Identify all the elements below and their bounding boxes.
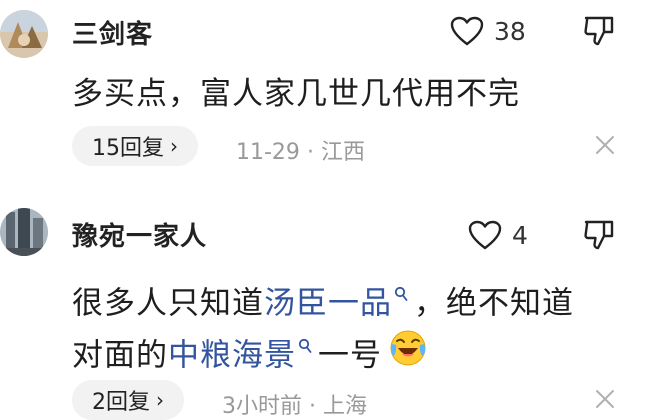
comment-item: 三剑客 38 多买点，富人家几世几代用不完 15回复 › 11-29 · 江西 [0, 0, 650, 190]
dislike-button[interactable] [582, 14, 616, 52]
thumbs-down-icon [584, 16, 614, 46]
username[interactable]: 豫宛一家人 [72, 216, 207, 253]
comment-location: 江西 [320, 140, 365, 165]
like-button[interactable]: 4 [468, 220, 528, 250]
search-icon [394, 264, 408, 320]
reply-count-button[interactable]: 2回复 › [72, 380, 184, 420]
reply-count-label: 2回复 [92, 390, 150, 415]
comment-text-line-2: 对面的中粮海景 一号 [72, 316, 428, 386]
search-icon [298, 316, 312, 372]
comment-item: 豫宛一家人 4 很多人只知道汤臣一品 ，绝不知道 对面的中粮海景 一号 2回复 › … [0, 196, 650, 420]
topic-link[interactable]: 中粮海景 [168, 337, 296, 373]
text-segment: 对面的 [72, 337, 168, 374]
chevron-right-icon: › [156, 388, 164, 412]
text-segment: ，绝不知道 [414, 285, 574, 322]
close-icon[interactable] [594, 388, 616, 414]
heart-outline-icon [450, 16, 484, 46]
like-count: 38 [494, 16, 526, 46]
comment-meta: 11-29 · 江西 [236, 134, 365, 166]
heart-outline-icon [468, 220, 502, 250]
avatar[interactable] [0, 208, 48, 256]
dislike-button[interactable] [582, 218, 616, 256]
reply-count-button[interactable]: 15回复 › [72, 126, 198, 166]
laughing-crying-emoji [388, 328, 428, 386]
reply-count-label: 15回复 [92, 136, 164, 161]
username[interactable]: 三剑客 [72, 14, 153, 51]
avatar[interactable] [0, 10, 48, 58]
avatar-image [0, 208, 48, 256]
meta-separator: · [306, 140, 314, 165]
chevron-right-icon: › [170, 134, 178, 158]
thumbs-down-icon [584, 220, 614, 250]
like-count: 4 [512, 220, 528, 250]
comment-time: 11-29 [236, 140, 300, 165]
comment-meta: 3小时前 · 上海 [222, 388, 367, 420]
text-segment: 一号 [318, 337, 382, 374]
avatar-image [0, 10, 48, 58]
close-icon[interactable] [594, 134, 616, 160]
comment-text: 多买点，富人家几世几代用不完 [72, 76, 520, 112]
like-button[interactable]: 38 [450, 16, 526, 46]
